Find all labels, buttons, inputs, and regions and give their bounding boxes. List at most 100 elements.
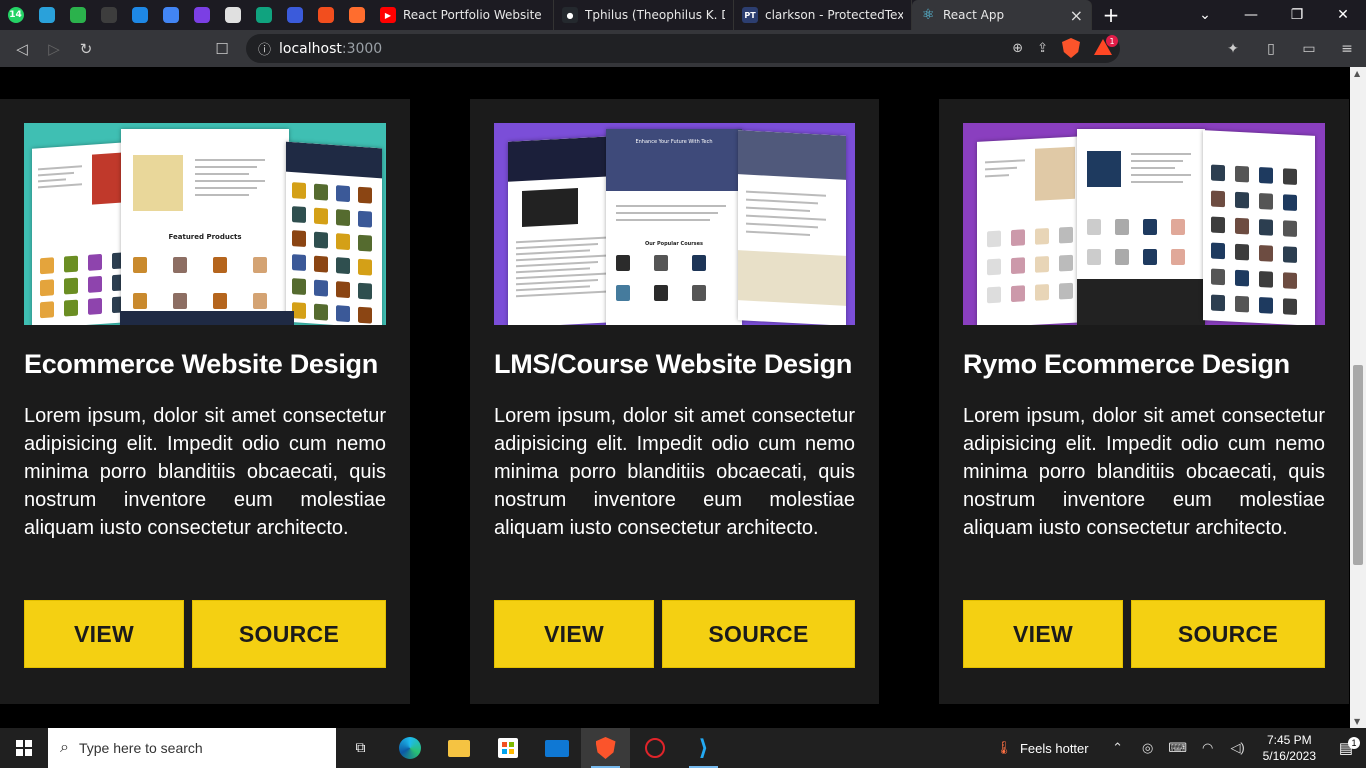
windows-logo-icon	[16, 740, 32, 756]
pinned-tab[interactable]	[186, 0, 217, 30]
close-tab-icon[interactable]: ×	[1070, 6, 1083, 25]
mock-product-thumb	[1235, 217, 1249, 235]
pinned-tab[interactable]	[341, 0, 372, 30]
tab-search-icon[interactable]: ⌄	[1182, 0, 1228, 30]
mock-text-line	[516, 267, 590, 274]
back-button[interactable]: ◁	[6, 33, 38, 65]
mock-product-thumb	[1059, 282, 1073, 300]
mock-product-thumb	[987, 230, 1001, 248]
weather-widget[interactable]: 🌡 Feels hotter	[981, 740, 1102, 756]
mock-text-line	[195, 180, 265, 182]
pinned-tab[interactable]	[155, 0, 186, 30]
start-button[interactable]	[0, 728, 48, 768]
mock-text-line	[516, 290, 606, 298]
restore-button[interactable]: ❐	[1274, 0, 1320, 30]
mock-product-thumb	[64, 255, 78, 273]
mock-page-right	[286, 141, 382, 325]
pinned-tab[interactable]	[31, 0, 62, 30]
pinned-tab[interactable]	[217, 0, 248, 30]
close-window-button[interactable]: ✕	[1320, 0, 1366, 30]
site-info-icon[interactable]: ⓘ	[258, 39, 271, 58]
pinned-tab[interactable]	[279, 0, 310, 30]
mock-product-thumb	[292, 182, 306, 200]
pinned-tab[interactable]	[310, 0, 341, 30]
menu-icon[interactable]: ≡	[1328, 41, 1366, 57]
zoom-icon[interactable]: ⊕	[1012, 41, 1023, 56]
mock-product-thumb	[253, 257, 267, 273]
mock-product-thumb	[292, 230, 306, 248]
pinned-tab[interactable]	[124, 0, 155, 30]
pinned-tab[interactable]: 14	[0, 0, 31, 30]
scrollbar-thumb[interactable]	[1353, 365, 1363, 565]
tab-youtube[interactable]: ▶ React Portfolio Website Tut	[372, 0, 554, 30]
mock-product-image	[1087, 151, 1121, 187]
sidebar-icon[interactable]: ▯	[1252, 41, 1290, 57]
newspaper-icon	[224, 7, 241, 23]
taskbar-brave[interactable]	[581, 728, 630, 768]
tab-protectedtext[interactable]: PT clarkson - ProtectedText	[734, 0, 912, 30]
project-image: Enhance Your Future With Tech Our Popular…	[494, 123, 855, 325]
taskbar-store[interactable]	[483, 728, 532, 768]
brave-rewards-icon[interactable]: 1	[1094, 35, 1118, 57]
youtube-icon: ▶	[380, 7, 396, 23]
meet-now-icon[interactable]: ◎	[1133, 740, 1163, 756]
view-button[interactable]: VIEW	[494, 600, 654, 668]
volume-icon[interactable]: ◁)	[1223, 740, 1253, 756]
task-view-button[interactable]: ⧉	[336, 728, 385, 768]
mock-product-thumb	[1143, 219, 1157, 235]
scroll-down-arrow[interactable]: ▼	[1354, 717, 1360, 726]
reload-button[interactable]: ↻	[70, 33, 102, 65]
figma-icon	[317, 7, 334, 23]
mock-screenshot	[963, 123, 1325, 325]
mock-text-line	[985, 174, 1009, 178]
mock-product-thumb	[1211, 294, 1225, 312]
tab-list: ▶ React Portfolio Website Tut ● Tphilus (Th…	[372, 0, 1092, 30]
taskbar-mail[interactable]	[532, 728, 581, 768]
mock-product-thumb	[1259, 245, 1273, 262]
wallet-icon[interactable]: ▭	[1290, 41, 1328, 57]
mock-product-thumb	[1143, 249, 1157, 265]
tab-github[interactable]: ● Tphilus (Theophilus K. Dadz	[554, 0, 734, 30]
mock-footer	[120, 311, 294, 325]
mock-product-thumb	[1211, 164, 1225, 182]
share-icon[interactable]: ⇪	[1037, 41, 1048, 56]
system-tray: 🌡 Feels hotter ⌃ ◎ ⌨ ◠ ◁) 7:45 PM 5/16/2…	[981, 728, 1366, 768]
taskbar-file-explorer[interactable]	[434, 728, 483, 768]
url-port: :3000	[341, 40, 383, 57]
thermometer-icon: 🌡	[995, 740, 1012, 755]
mock-product-thumb	[1283, 220, 1297, 237]
pinned-tab[interactable]	[62, 0, 93, 30]
notification-center-button[interactable]: ▤ 1	[1326, 737, 1366, 757]
forward-button[interactable]: ▷	[38, 33, 70, 65]
pinned-tab[interactable]	[93, 0, 124, 30]
source-button[interactable]: SOURCE	[1131, 600, 1325, 668]
mock-text-line	[516, 243, 598, 250]
brave-shields-icon[interactable]	[1062, 38, 1080, 58]
source-button[interactable]: SOURCE	[662, 600, 855, 668]
language-icon[interactable]: ⌨	[1163, 740, 1193, 756]
new-tab-button[interactable]: +	[1092, 3, 1130, 27]
minimize-button[interactable]: —	[1228, 0, 1274, 30]
pinned-tabs: 14	[0, 0, 372, 30]
pinned-tab[interactable]	[248, 0, 279, 30]
bookmark-icon[interactable]: ☐	[206, 33, 238, 65]
mock-product-thumb	[987, 258, 1001, 276]
show-hidden-icons-icon[interactable]: ⌃	[1103, 740, 1133, 756]
view-button[interactable]: VIEW	[963, 600, 1123, 668]
mock-page-center: Featured Products	[121, 129, 289, 325]
source-button[interactable]: SOURCE	[192, 600, 386, 668]
mock-text-line	[746, 206, 810, 212]
address-bar[interactable]: ⓘ localhost:3000 ⊕ ⇪ 1	[246, 34, 1120, 63]
tab-react[interactable]: ⚛ React App ×	[912, 0, 1092, 30]
clock[interactable]: 7:45 PM 5/16/2023	[1253, 732, 1326, 764]
extensions-icon[interactable]: ✦	[1214, 41, 1252, 57]
taskbar-app[interactable]	[630, 728, 679, 768]
taskbar-search-box[interactable]: ⌕ Type here to search	[48, 728, 336, 768]
wifi-icon[interactable]: ◠	[1193, 740, 1223, 756]
taskbar-edge[interactable]	[385, 728, 434, 768]
scroll-up-arrow[interactable]: ▲	[1354, 69, 1360, 78]
mock-text-line	[616, 219, 710, 221]
taskbar-vscode[interactable]: ⟩	[679, 728, 728, 768]
view-button[interactable]: VIEW	[24, 600, 184, 668]
page-scrollbar[interactable]: ▲ ▼	[1350, 67, 1366, 728]
